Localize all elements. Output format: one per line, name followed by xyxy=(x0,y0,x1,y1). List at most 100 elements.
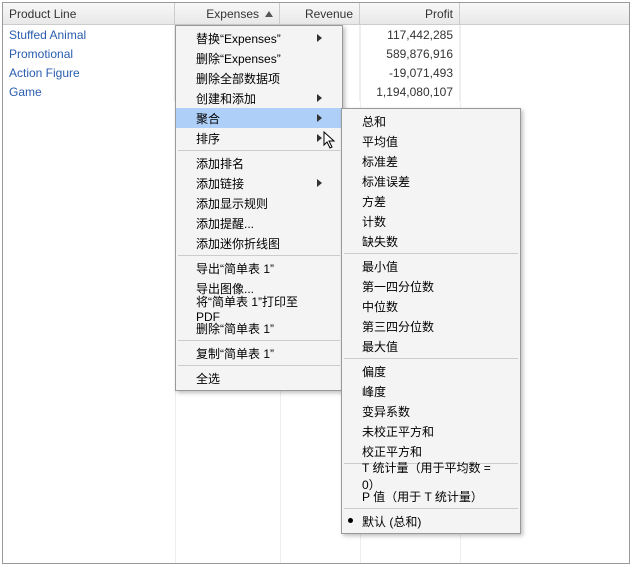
menu-item-label: 添加迷你折线图 xyxy=(196,235,280,252)
menu-item-label: 添加提醒... xyxy=(196,215,254,232)
menu-item-label: 平均值 xyxy=(362,133,398,150)
menu-separator xyxy=(178,150,340,151)
menu-item-label: 添加链接 xyxy=(196,175,244,192)
menu-item-label: 中位数 xyxy=(362,298,398,315)
menu-item-print-pdf[interactable]: 将“简单表 1”打印至 PDF xyxy=(176,298,342,318)
column-header-label: Profit xyxy=(425,7,453,21)
selected-bullet-icon xyxy=(348,518,353,523)
menu-item-label: P 值（用于 T 统计量） xyxy=(362,488,483,505)
submenu-item-q3[interactable]: 第三四分位数 xyxy=(342,316,520,336)
menu-separator xyxy=(344,358,518,359)
submenu-item-min[interactable]: 最小值 xyxy=(342,256,520,276)
menu-item-label: 复制“简单表 1” xyxy=(196,345,274,362)
submenu-item-cv[interactable]: 变异系数 xyxy=(342,401,520,421)
menu-item-add-alert[interactable]: 添加提醒... xyxy=(176,213,342,233)
menu-item-create-add[interactable]: 创建和添加 xyxy=(176,88,342,108)
menu-item-label: 变异系数 xyxy=(362,403,410,420)
cell-product: Game xyxy=(3,82,175,101)
menu-item-label: 替换“Expenses” xyxy=(196,30,281,47)
submenu-item-median[interactable]: 中位数 xyxy=(342,296,520,316)
menu-item-delete-column[interactable]: 删除“Expenses” xyxy=(176,48,342,68)
menu-item-label: 最小值 xyxy=(362,258,398,275)
cell-product: Action Figure xyxy=(3,63,175,82)
sort-ascending-icon xyxy=(265,11,273,17)
menu-item-label: 最大值 xyxy=(362,338,398,355)
submenu-item-kurtosis[interactable]: 峰度 xyxy=(342,381,520,401)
submenu-item-missing[interactable]: 缺失数 xyxy=(342,231,520,251)
submenu-item-q1[interactable]: 第一四分位数 xyxy=(342,276,520,296)
menu-item-label: 排序 xyxy=(196,130,220,147)
submenu-item-uss[interactable]: 未校正平方和 xyxy=(342,421,520,441)
menu-item-label: 第三四分位数 xyxy=(362,318,434,335)
menu-item-label: 删除“简单表 1” xyxy=(196,320,274,337)
submenu-item-pvalue[interactable]: P 值（用于 T 统计量） xyxy=(342,486,520,506)
menu-item-label: 标准差 xyxy=(362,153,398,170)
menu-item-label: 偏度 xyxy=(362,363,386,380)
menu-separator xyxy=(178,365,340,366)
column-header-label: Revenue xyxy=(305,7,353,21)
submenu-item-mean[interactable]: 平均值 xyxy=(342,131,520,151)
menu-item-delete-all[interactable]: 删除全部数据项 xyxy=(176,68,342,88)
menu-item-label: 缺失数 xyxy=(362,233,398,250)
menu-item-select-all[interactable]: 全选 xyxy=(176,368,342,388)
menu-separator xyxy=(344,508,518,509)
menu-separator xyxy=(344,253,518,254)
menu-item-label: 聚合 xyxy=(196,110,220,127)
menu-item-export-table[interactable]: 导出“简单表 1” xyxy=(176,258,342,278)
menu-item-sort[interactable]: 排序 xyxy=(176,128,342,148)
table-header-row: Product Line Expenses Revenue Profit xyxy=(3,3,629,25)
submenu-item-css[interactable]: 校正平方和 xyxy=(342,441,520,461)
menu-item-delete-table[interactable]: 删除“简单表 1” xyxy=(176,318,342,338)
menu-item-label: 删除“Expenses” xyxy=(196,50,281,67)
menu-item-label: 未校正平方和 xyxy=(362,423,434,440)
chevron-right-icon xyxy=(317,94,322,102)
menu-item-add-link[interactable]: 添加链接 xyxy=(176,173,342,193)
chevron-right-icon xyxy=(317,114,322,122)
column-context-menu: 替换“Expenses” 删除“Expenses” 删除全部数据项 创建和添加 … xyxy=(175,25,343,391)
submenu-item-default[interactable]: 默认 (总和) xyxy=(342,511,520,531)
column-header-expenses[interactable]: Expenses xyxy=(175,3,280,24)
column-header-product[interactable]: Product Line xyxy=(3,3,175,24)
submenu-item-max[interactable]: 最大值 xyxy=(342,336,520,356)
menu-separator xyxy=(178,340,340,341)
menu-item-label: 方差 xyxy=(362,193,386,210)
submenu-item-skewness[interactable]: 偏度 xyxy=(342,361,520,381)
menu-item-label: 添加显示规则 xyxy=(196,195,268,212)
submenu-item-stderr[interactable]: 标准误差 xyxy=(342,171,520,191)
submenu-item-variance[interactable]: 方差 xyxy=(342,191,520,211)
menu-item-label: 计数 xyxy=(362,213,386,230)
column-header-profit[interactable]: Profit xyxy=(360,3,460,24)
aggregate-submenu: 总和 平均值 标准差 标准误差 方差 计数 缺失数 最小值 第一四分位数 中位数… xyxy=(341,108,521,534)
menu-item-label: 创建和添加 xyxy=(196,90,256,107)
cell-profit: 117,442,285 xyxy=(360,25,460,44)
data-table: Product Line Expenses Revenue Profit Stu… xyxy=(2,2,630,564)
menu-item-label: 第一四分位数 xyxy=(362,278,434,295)
chevron-right-icon xyxy=(317,179,322,187)
submenu-item-stddev[interactable]: 标准差 xyxy=(342,151,520,171)
cell-profit: 1,194,080,107 xyxy=(360,82,460,101)
menu-item-label: 总和 xyxy=(362,113,386,130)
cell-product: Stuffed Animal xyxy=(3,25,175,44)
column-header-label: Expenses xyxy=(206,7,259,21)
menu-item-label: 添加排名 xyxy=(196,155,244,172)
menu-item-replace[interactable]: 替换“Expenses” xyxy=(176,28,342,48)
submenu-item-tstat[interactable]: T 统计量（用于平均数 = 0） xyxy=(342,466,520,486)
menu-item-copy-table[interactable]: 复制“简单表 1” xyxy=(176,343,342,363)
menu-item-label: 峰度 xyxy=(362,383,386,400)
menu-item-add-sparkline[interactable]: 添加迷你折线图 xyxy=(176,233,342,253)
column-header-revenue[interactable]: Revenue xyxy=(280,3,360,24)
submenu-item-count[interactable]: 计数 xyxy=(342,211,520,231)
cell-profit: 589,876,916 xyxy=(360,44,460,63)
menu-item-label: 导出“简单表 1” xyxy=(196,260,274,277)
menu-item-label: 全选 xyxy=(196,370,220,387)
cell-profit: -19,071,493 xyxy=(360,63,460,82)
menu-item-label: 默认 (总和) xyxy=(362,513,421,530)
menu-item-add-display-rule[interactable]: 添加显示规则 xyxy=(176,193,342,213)
chevron-right-icon xyxy=(317,34,322,42)
menu-item-add-rank[interactable]: 添加排名 xyxy=(176,153,342,173)
column-header-label: Product Line xyxy=(9,7,76,21)
submenu-item-sum[interactable]: 总和 xyxy=(342,111,520,131)
menu-item-aggregate[interactable]: 聚合 xyxy=(176,108,342,128)
menu-item-label: 标准误差 xyxy=(362,173,410,190)
menu-item-label: 删除全部数据项 xyxy=(196,70,280,87)
